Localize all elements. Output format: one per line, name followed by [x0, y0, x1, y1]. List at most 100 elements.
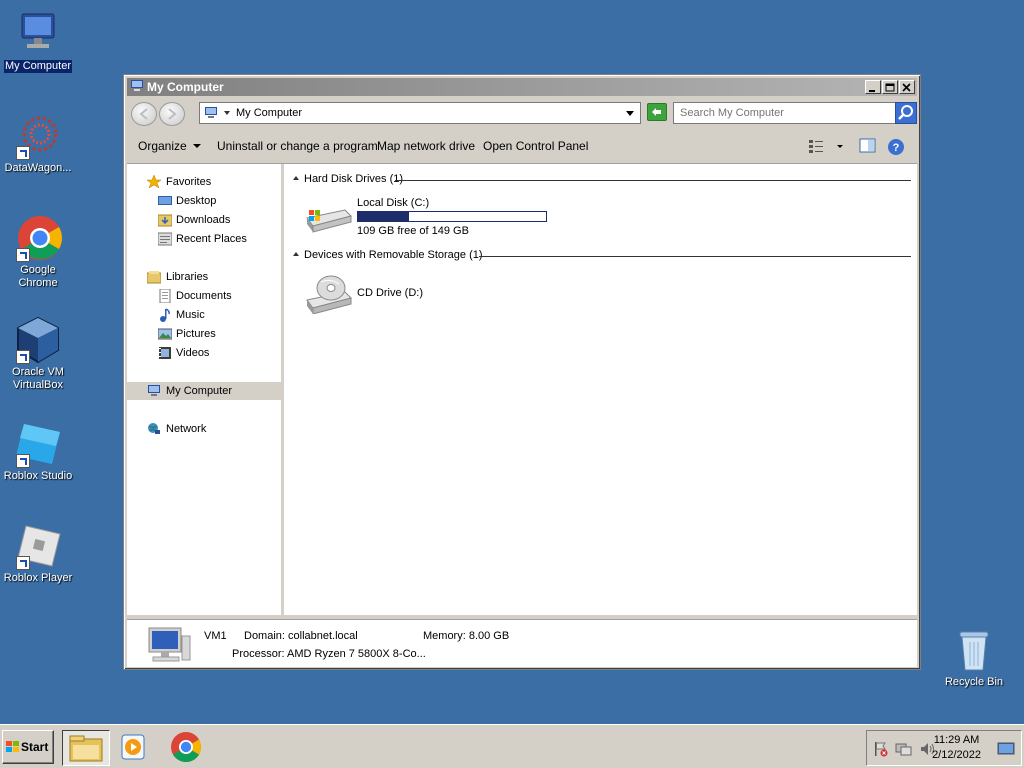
- group-header-hard-disk-drives[interactable]: Hard Disk Drives (1): [293, 173, 911, 187]
- group-divider: [479, 256, 911, 257]
- nav-item-desktop[interactable]: Desktop: [127, 192, 281, 210]
- pictures-icon: [158, 328, 172, 340]
- preview-pane-button[interactable]: [859, 138, 877, 157]
- action-center-flag-icon[interactable]: [873, 741, 889, 757]
- address-field[interactable]: My Computer: [199, 102, 641, 124]
- search-icon: [898, 105, 913, 120]
- desktop-icon-datawagon[interactable]: DataWagon...: [0, 112, 76, 175]
- videos-icon: [159, 347, 171, 359]
- shortcut-arrow-icon: [16, 146, 30, 160]
- group-header-label: Hard Disk Drives (1): [304, 173, 404, 185]
- shortcut-arrow-icon: [16, 454, 30, 468]
- desktop-icon-recycle-bin[interactable]: Recycle Bin: [936, 626, 1012, 689]
- address-dropdown-icon[interactable]: [626, 111, 634, 116]
- uninstall-program-button[interactable]: Uninstall or change a program: [217, 139, 378, 153]
- nav-item-pictures[interactable]: Pictures: [127, 325, 281, 343]
- hard-drive-icon: [306, 209, 352, 233]
- breadcrumb-chevron-icon[interactable]: [224, 111, 230, 115]
- nav-item-favorites[interactable]: Favorites: [127, 173, 281, 191]
- help-button[interactable]: ?: [887, 138, 905, 159]
- maximize-button[interactable]: [882, 80, 898, 94]
- help-icon: ?: [888, 139, 904, 155]
- desktop-icon-roblox-player[interactable]: Roblox Player: [0, 522, 76, 585]
- drive-item-cd-drive[interactable]: CD Drive (D:): [305, 272, 505, 316]
- nav-item-my-computer[interactable]: My Computer: [127, 382, 281, 400]
- close-button[interactable]: [899, 80, 915, 94]
- desktop-icon-chrome[interactable]: Google Chrome: [0, 214, 76, 290]
- desktop-icon-label: My Computer: [3, 60, 73, 73]
- start-button[interactable]: Start: [2, 730, 54, 764]
- chrome-icon: [171, 732, 202, 763]
- nav-item-music[interactable]: Music: [127, 306, 281, 324]
- nav-item-label: Videos: [176, 347, 210, 359]
- group-header-label: Devices with Removable Storage (1): [304, 249, 483, 261]
- nav-item-videos[interactable]: Videos: [127, 344, 281, 362]
- nav-item-libraries[interactable]: Libraries: [127, 268, 281, 286]
- start-label: Start: [21, 740, 49, 754]
- network-icon: [148, 423, 160, 434]
- nav-item-label: Libraries: [166, 271, 209, 283]
- taskbar-chrome[interactable]: [162, 730, 210, 766]
- desktop-icon-roblox-studio[interactable]: Roblox Studio: [0, 420, 76, 483]
- window-title: My Computer: [147, 80, 224, 94]
- clock[interactable]: 11:29 AM 2/12/2022: [932, 733, 981, 763]
- desktop-icon-label: Roblox Player: [3, 572, 73, 584]
- network-status-icon[interactable]: [895, 741, 913, 757]
- desktop-icon-my-computer[interactable]: My Computer: [0, 10, 76, 73]
- back-arrow-icon: [139, 108, 148, 120]
- group-header-removable-storage[interactable]: Devices with Removable Storage (1): [293, 249, 911, 263]
- clock-date: 2/12/2022: [932, 749, 981, 761]
- svg-text:?: ?: [893, 142, 900, 154]
- refresh-icon: [652, 108, 661, 116]
- drive-usage-fill: [358, 212, 409, 221]
- shortcut-arrow-icon: [16, 248, 30, 262]
- taskbar-media-player[interactable]: [112, 730, 160, 766]
- chrome-icon: [14, 214, 62, 262]
- drive-item-local-disk[interactable]: Local Disk (C:) 109 GB free of 149 GB: [305, 196, 555, 242]
- nav-item-documents[interactable]: Documents: [127, 287, 281, 305]
- nav-item-label: My Computer: [166, 385, 233, 397]
- desktop-icon-virtualbox[interactable]: Oracle VM VirtualBox: [0, 316, 76, 392]
- my-computer-window: My Computer My Computer Search My Comput…: [123, 74, 921, 670]
- nav-item-downloads[interactable]: Downloads: [127, 211, 281, 229]
- windows-logo-icon: [6, 741, 19, 752]
- nav-item-label: Downloads: [176, 214, 231, 226]
- system-tray: 11:29 AM 2/12/2022: [866, 730, 1022, 766]
- nav-item-network[interactable]: Network: [127, 420, 281, 438]
- nav-item-label: Recent Places: [176, 233, 247, 245]
- back-button[interactable]: [131, 102, 157, 126]
- refresh-button[interactable]: [647, 103, 667, 121]
- roblox-studio-icon: [14, 420, 62, 468]
- minimize-icon: [869, 90, 875, 92]
- recycle-bin-icon: [950, 626, 998, 674]
- show-desktop-icon[interactable]: [997, 741, 1015, 757]
- close-icon: [902, 83, 911, 92]
- search-box[interactable]: [673, 102, 917, 124]
- star-icon: [147, 175, 161, 189]
- computer-icon: [148, 627, 191, 662]
- minimize-button[interactable]: [865, 80, 881, 94]
- forward-button[interactable]: [159, 102, 185, 126]
- taskbar-explorer[interactable]: [62, 730, 110, 766]
- organize-menu[interactable]: Organize: [138, 139, 201, 153]
- shortcut-arrow-icon: [16, 556, 30, 570]
- nav-item-label: Pictures: [176, 328, 216, 340]
- collapse-icon: [293, 176, 299, 180]
- search-input[interactable]: [674, 103, 884, 123]
- navigation-pane: Favorites Desktop Downloads Recent Place…: [127, 164, 284, 615]
- open-control-panel-button[interactable]: Open Control Panel: [483, 139, 588, 153]
- media-player-icon: [121, 734, 145, 760]
- drive-usage-bar: [357, 211, 547, 222]
- libraries-icon: [147, 271, 161, 284]
- change-view-button[interactable]: [807, 138, 847, 157]
- desktop-icon: [158, 196, 172, 205]
- shortcut-arrow-icon: [16, 350, 30, 364]
- view-options-icon: [809, 140, 843, 153]
- nav-item-label: Documents: [176, 290, 232, 302]
- recent-places-icon: [158, 232, 172, 246]
- search-button[interactable]: [895, 102, 917, 124]
- nav-item-recent-places[interactable]: Recent Places: [127, 230, 281, 248]
- map-network-drive-button[interactable]: Map network drive: [377, 139, 475, 153]
- nav-item-label: Music: [176, 309, 205, 321]
- window-titlebar[interactable]: My Computer: [127, 78, 917, 96]
